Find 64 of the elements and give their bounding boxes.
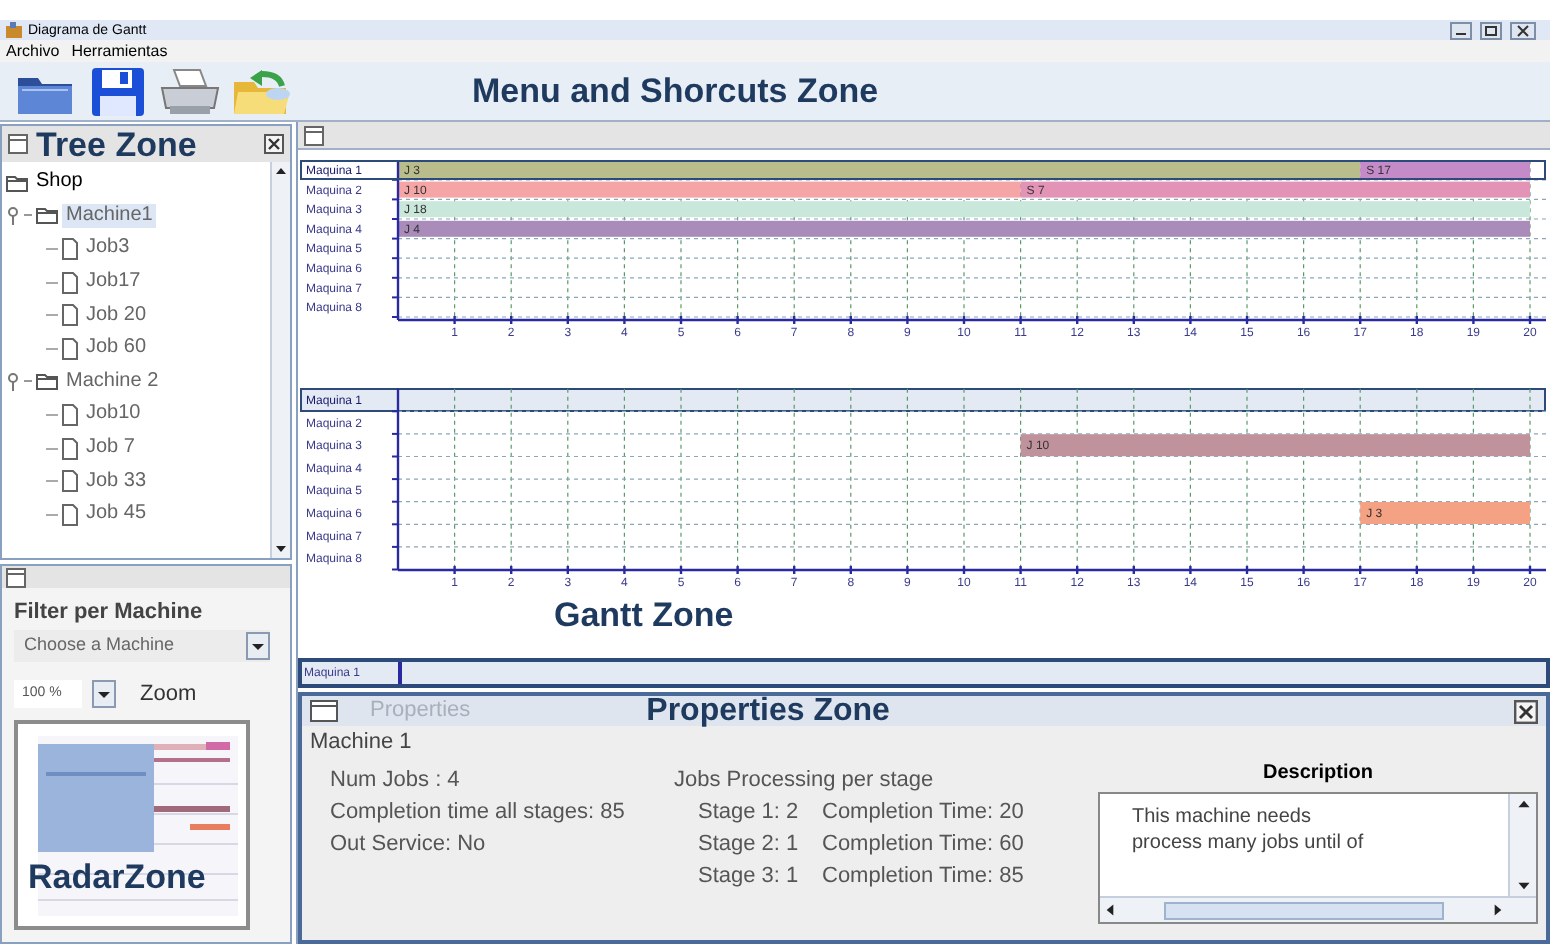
window-icon [310, 700, 338, 722]
property-text: Num Jobs : 4 [330, 766, 462, 796]
minimize-button[interactable] [1450, 21, 1472, 39]
window-icon [304, 125, 324, 145]
zone-label: Tree Zone [36, 127, 197, 161]
tree-toggle-icon[interactable] [6, 205, 20, 226]
tree-item[interactable]: Job 60 [82, 336, 151, 361]
folder-icon [36, 206, 58, 225]
file-icon [62, 271, 78, 294]
file-icon [62, 437, 78, 460]
property-heading: Jobs Processing per stage [674, 766, 936, 796]
tree-item[interactable]: Shop [32, 170, 87, 195]
folder-icon [36, 372, 58, 391]
scrollbar[interactable] [1100, 896, 1536, 922]
description-heading: Description [1262, 760, 1373, 788]
zone-label: Properties Zone [646, 695, 890, 727]
tree-item[interactable]: Machine1 [62, 203, 157, 228]
zone-label: Menu and Shorcuts Zone [472, 74, 879, 108]
tree-item[interactable]: Job 20 [82, 303, 151, 328]
file-icon [62, 470, 78, 493]
scrollbar[interactable] [270, 162, 290, 558]
property-text: Stage 2: 1 [698, 830, 801, 860]
tree-item[interactable]: Job 33 [82, 469, 151, 494]
close-icon[interactable] [264, 134, 284, 154]
close-icon[interactable] [1514, 699, 1538, 723]
property-text: Stage 3: 1 [698, 862, 801, 892]
panel-heading: Filter per Machine [14, 600, 205, 626]
window-icon [8, 134, 28, 154]
tree-item[interactable]: Job10 [82, 402, 145, 427]
folder-arrow-icon[interactable] [229, 65, 293, 117]
file-icon [62, 337, 78, 360]
machine-dropdown[interactable]: Choose a Machine [14, 630, 270, 662]
description-field[interactable]: This machine needs process many jobs until of [1098, 792, 1538, 924]
description-text: process many jobs until of [1132, 830, 1366, 856]
tree-toggle-icon[interactable] [6, 371, 20, 392]
app-icon [6, 22, 22, 38]
zoom-label: Zoom [140, 679, 197, 710]
maximize-button[interactable] [1480, 21, 1502, 39]
file-icon [62, 237, 78, 260]
tree-item[interactable]: Job3 [82, 236, 134, 261]
tree-item[interactable]: Machine 2 [62, 369, 163, 394]
property-text: Completion Time: 20 [822, 798, 1024, 828]
description-text: This machine needs [1132, 804, 1313, 830]
tree-item[interactable]: Job 7 [82, 436, 139, 461]
menu-item[interactable]: Archivo [0, 43, 66, 59]
selected-row[interactable] [300, 388, 1546, 412]
file-icon [62, 304, 78, 327]
property-text: Completion Time: 85 [822, 862, 1024, 892]
property-text: Completion time all stages: 85 [330, 798, 627, 828]
machine-name: Machine 1 [308, 728, 414, 756]
property-text: Completion Time: 60 [822, 830, 1024, 860]
tree-item[interactable]: Job 45 [82, 502, 151, 527]
printer-icon[interactable] [157, 65, 221, 117]
menu-item[interactable]: Herramientas [65, 43, 174, 59]
zone-label: Gantt Zone [554, 594, 736, 638]
scrollbar[interactable] [1508, 794, 1536, 896]
file-icon [62, 503, 78, 526]
folder-icon [6, 173, 28, 192]
zone-label: RadarZone [28, 860, 206, 894]
property-text: Stage 1: 2 [698, 798, 801, 828]
property-text: Out Service: No [330, 830, 488, 860]
tree-item[interactable]: Job17 [82, 270, 145, 295]
close-button[interactable] [1510, 21, 1536, 39]
file-icon [62, 403, 78, 426]
